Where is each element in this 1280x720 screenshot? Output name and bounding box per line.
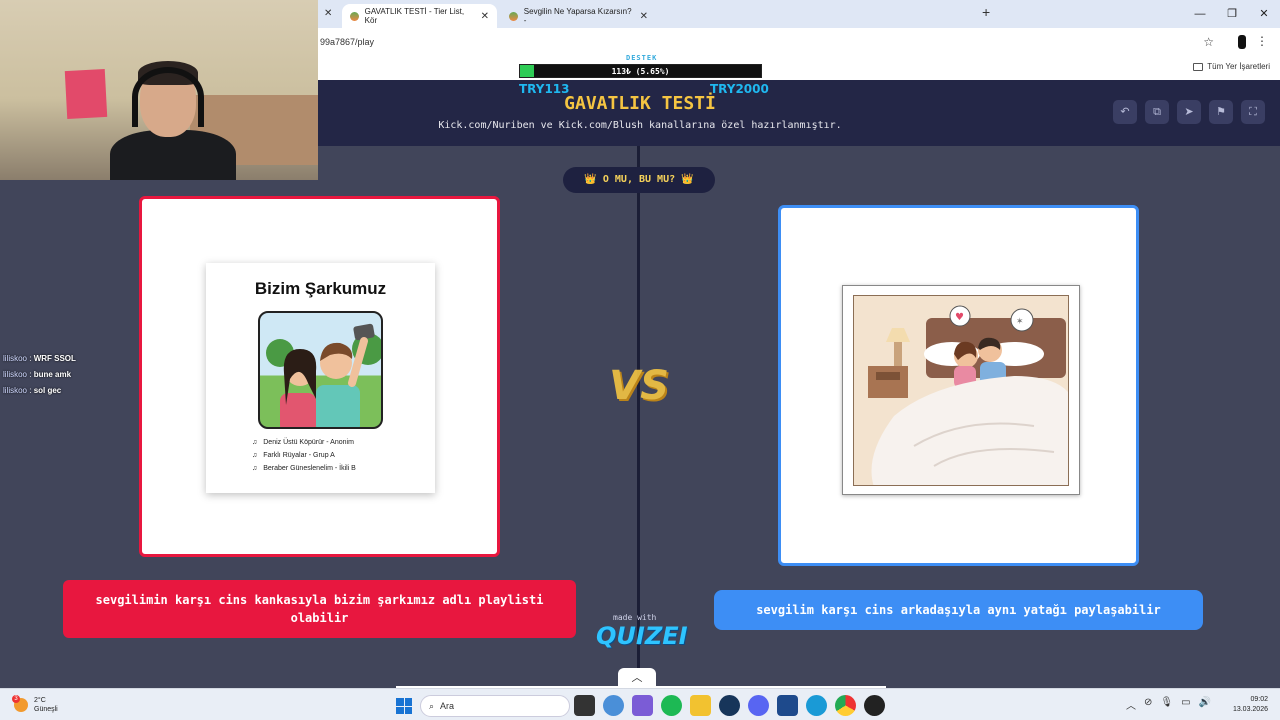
- wall-poster: [64, 68, 108, 120]
- share-icon[interactable]: ⧉: [1145, 100, 1169, 124]
- tab-label: Sevgilin Ne Yaparsa Kızarsın? -: [523, 7, 632, 25]
- weather-widget[interactable]: 3 2°C Güneşli: [12, 695, 58, 714]
- window-close-icon[interactable]: ✕: [1248, 0, 1280, 28]
- playlist-song: ♫ Farklı Rüyalar - Grup A: [252, 452, 335, 459]
- chat-message: liliskoo : bune amk: [3, 370, 72, 379]
- versus-logo: VS: [609, 363, 669, 409]
- playlist-title: Bizim Şarkumuz: [254, 279, 387, 298]
- bed-illustration-frame: ♥ ✶: [842, 285, 1080, 495]
- menu-kebab-icon[interactable]: ⋮: [1256, 34, 1268, 48]
- chrome-icon[interactable]: [835, 695, 856, 716]
- window-controls: — ❐ ✕: [1184, 0, 1280, 28]
- taskbar-apps: [574, 695, 885, 716]
- option-card-right[interactable]: ♥ ✶: [778, 205, 1139, 566]
- donation-progress-bar: 113₺ (5.65%): [519, 64, 762, 78]
- tray-chevron-up-icon[interactable]: ︿: [1126, 697, 1136, 712]
- store-icon[interactable]: [777, 695, 798, 716]
- microphone-icon[interactable]: 🎙: [1160, 697, 1173, 712]
- fullscreen-icon[interactable]: ⛶: [1241, 100, 1265, 124]
- page-title: GAVATLIK TESTİ: [564, 93, 716, 114]
- option-card-left[interactable]: Bizim Şarkumuz ♫ Deniz Üstü Köpürür - Ano…: [139, 196, 500, 557]
- couple-in-bed-illustration: ♥ ✶: [853, 295, 1069, 486]
- system-tray: ︿ ⊘ 🎙 ▭ 🔊: [1126, 697, 1211, 712]
- quiz-favicon-icon: [350, 11, 359, 21]
- network-off-icon[interactable]: ⊘: [1144, 697, 1152, 712]
- time: 09:02: [1250, 696, 1268, 703]
- tab-gavatlik[interactable]: GAVATLIK TESTİ - Tier List, Kör ✕: [342, 4, 497, 28]
- notification-badge: 3: [12, 695, 20, 703]
- svg-text:✶: ✶: [1016, 317, 1024, 327]
- search-placeholder: Ara: [440, 701, 455, 711]
- chevron-up-icon[interactable]: ︿: [618, 668, 656, 688]
- weather-temp: 2°C: [34, 697, 46, 704]
- donation-label: DESTEK: [626, 54, 658, 62]
- windows-start-icon[interactable]: [396, 698, 412, 714]
- donation-progress-text: 113₺ (5.65%): [611, 67, 670, 76]
- restore-icon[interactable]: ❐: [1216, 0, 1248, 28]
- tab-label: GAVATLIK TESTİ - Tier List, Kör: [364, 7, 465, 25]
- address-bar: 99a7867/play ☆ ⋮: [318, 28, 1280, 56]
- send-icon[interactable]: ➤: [1177, 100, 1201, 124]
- discord-icon[interactable]: [748, 695, 769, 716]
- browser-tab-bar: ✕ GAVATLIK TESTİ - Tier List, Kör ✕ Sevg…: [318, 0, 1280, 28]
- center-divider: [637, 146, 640, 686]
- profile-icon[interactable]: [1238, 35, 1246, 49]
- search-icon: ⌕: [429, 700, 435, 711]
- chat-message: liliskoo : sol gec: [3, 386, 62, 395]
- close-icon[interactable]: ✕: [324, 8, 332, 19]
- option-caption-right[interactable]: sevgilim karşı cins arkadaşıyla aynı yat…: [714, 590, 1203, 630]
- task-view-icon[interactable]: [574, 695, 595, 716]
- flag-icon[interactable]: ⚑: [1209, 100, 1233, 124]
- page-subtitle: Kick.com/Nuriben ve Kick.com/Blush kanal…: [438, 120, 842, 131]
- new-tab-icon[interactable]: +: [982, 4, 990, 20]
- spotify-icon[interactable]: [661, 695, 682, 716]
- edge-icon[interactable]: [806, 695, 827, 716]
- made-with-label: made with: [613, 613, 657, 622]
- all-bookmarks-button[interactable]: Tüm Yer İşaretleri: [1193, 62, 1270, 71]
- option-caption-left[interactable]: sevgilimin karşı cins kankasıyla bizim ş…: [63, 580, 576, 638]
- tab-sevgilin[interactable]: Sevgilin Ne Yaparsa Kızarsın? - ✕: [501, 4, 656, 28]
- headset-icon: [132, 67, 204, 127]
- tab-close-icon[interactable]: ✕: [481, 11, 489, 22]
- sun-icon: 3: [12, 695, 28, 712]
- bookmark-star-icon[interactable]: ☆: [1203, 35, 1214, 49]
- settings-gear-icon[interactable]: [603, 695, 624, 716]
- round-badge: 👑 O MU, BU MU? 👑: [563, 167, 715, 193]
- obs-icon[interactable]: [864, 695, 885, 716]
- quizei-logo[interactable]: QUIZEI: [596, 622, 688, 650]
- music-note-icon: ♫: [252, 452, 258, 459]
- windows-taskbar: 3 2°C Güneşli ⌕ Ara ︿ ⊘ 🎙 ▭ 🔊 09:02 13.0…: [0, 688, 1280, 720]
- date: 13.03.2026: [1232, 706, 1268, 713]
- header-actions: ↶ ⧉ ➤ ⚑ ⛶: [1113, 100, 1265, 124]
- all-bookmarks-label: Tüm Yer İşaretleri: [1207, 62, 1270, 71]
- couple-selfie-illustration: [258, 311, 383, 429]
- minimize-icon[interactable]: —: [1184, 0, 1216, 28]
- playlist-song: ♫ Deniz Üstü Köpürür - Anonim: [252, 439, 354, 446]
- quiz-favicon-icon: [509, 11, 518, 21]
- steam-icon[interactable]: [719, 695, 740, 716]
- clock[interactable]: 09:02 13.03.2026: [1233, 695, 1268, 715]
- file-explorer-icon[interactable]: [690, 695, 711, 716]
- chat-message: liliskoo : WRF SSOL: [3, 354, 76, 363]
- photos-icon[interactable]: [632, 695, 653, 716]
- taskbar-search[interactable]: ⌕ Ara: [420, 695, 570, 717]
- music-note-icon: ♫: [252, 465, 258, 472]
- display-icon[interactable]: ▭: [1181, 697, 1190, 712]
- folder-icon: [1193, 62, 1204, 71]
- undo-icon[interactable]: ↶: [1113, 100, 1137, 124]
- volume-icon[interactable]: 🔊: [1199, 697, 1211, 712]
- playlist-song: ♫ Beraber Güneslenelim - İkili B: [252, 465, 356, 472]
- chat-overlay: liliskoo : WRF SSOL liliskoo : bune amk …: [3, 351, 76, 399]
- svg-text:♥: ♥: [955, 312, 964, 323]
- streamer: [102, 55, 242, 180]
- url-input[interactable]: 99a7867/play: [320, 37, 374, 47]
- bookmarks-bar: Tüm Yer İşaretleri: [318, 56, 1280, 80]
- playlist-image: Bizim Şarkumuz ♫ Deniz Üstü Köpürür - Ano…: [206, 263, 435, 493]
- tab-close-icon[interactable]: ✕: [640, 11, 648, 22]
- music-note-icon: ♫: [252, 439, 258, 446]
- weather-desc: Güneşli: [34, 706, 58, 713]
- webcam-overlay: [0, 0, 318, 180]
